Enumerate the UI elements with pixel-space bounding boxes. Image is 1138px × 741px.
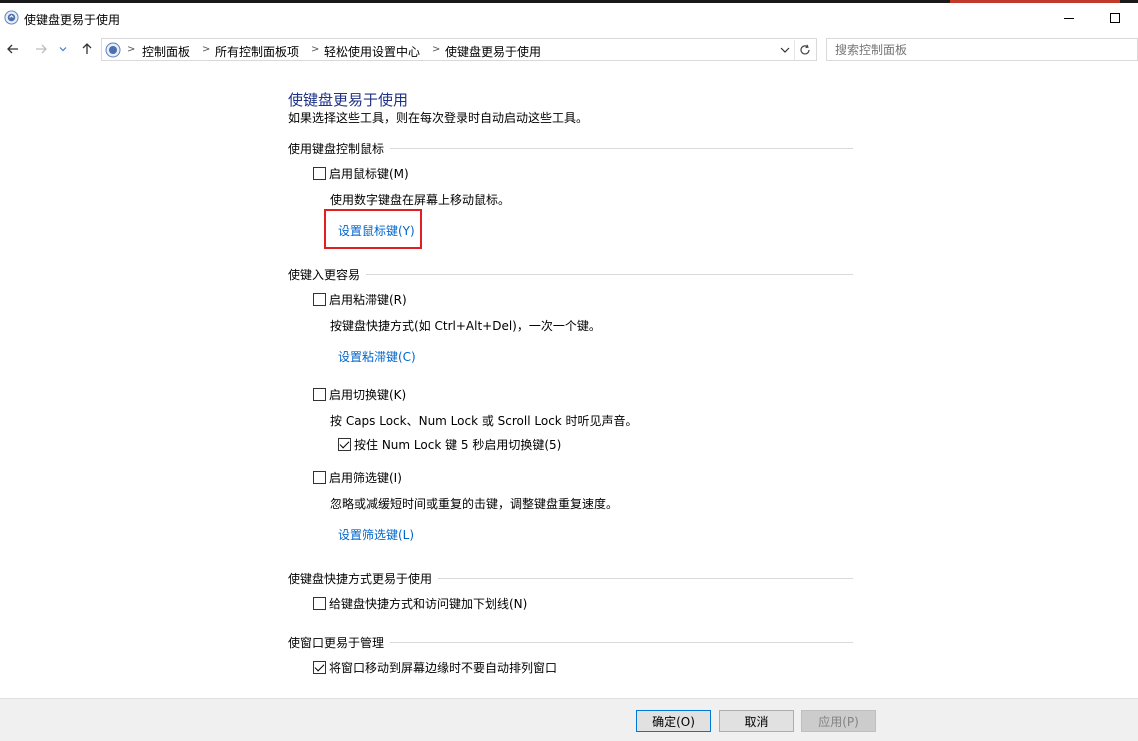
maximize-icon	[1110, 13, 1120, 23]
toggle-keys-checkbox[interactable]	[313, 388, 326, 401]
back-button[interactable]	[2, 38, 24, 60]
maximize-button[interactable]	[1092, 3, 1138, 33]
no-auto-arrange-checkbox-row[interactable]: 将窗口移动到屏幕边缘时不要自动排列窗口	[313, 659, 557, 676]
navigation-bar: > 控制面板 > 所有控制面板项 > 轻松使用设置中心 > 使键盘更易于使用	[0, 35, 1138, 63]
divider	[438, 578, 853, 579]
recent-locations-button[interactable]	[56, 38, 70, 60]
arrow-right-icon	[36, 44, 47, 54]
refresh-button[interactable]	[794, 40, 814, 60]
section-header-typing: 使键入更容易	[288, 266, 853, 283]
cancel-button[interactable]: 取消	[719, 710, 794, 732]
breadcrumb-control-panel[interactable]: 控制面板	[142, 43, 190, 60]
arrow-left-icon	[7, 44, 18, 54]
no-auto-arrange-label: 将窗口移动到屏幕边缘时不要自动排列窗口	[329, 661, 558, 675]
toggle-keys-hold-checkbox[interactable]	[338, 438, 351, 451]
divider	[390, 148, 853, 149]
section-header-windows: 使窗口更易于管理	[288, 634, 853, 651]
dialog-footer: 确定(O) 取消 应用(P)	[0, 698, 1138, 741]
forward-button[interactable]	[30, 38, 52, 60]
breadcrumb-separator-icon: >	[432, 44, 441, 55]
toggle-keys-hold-checkbox-row[interactable]: 按住 Num Lock 键 5 秒启用切换键(5)	[338, 436, 561, 453]
no-auto-arrange-checkbox[interactable]	[313, 661, 326, 674]
section-header-shortcuts: 使键盘快捷方式更易于使用	[288, 570, 853, 587]
breadcrumb-separator-icon: >	[127, 44, 136, 55]
arrow-up-icon	[82, 43, 92, 54]
annotation-highlight-box	[324, 209, 422, 249]
mouse-keys-checkbox-row[interactable]: 启用鼠标键(M)	[313, 165, 409, 182]
sticky-keys-description: 按键盘快捷方式(如 Ctrl+Alt+Del)，一次一个键。	[330, 319, 601, 333]
underline-shortcuts-checkbox[interactable]	[313, 597, 326, 610]
underline-shortcuts-checkbox-row[interactable]: 给键盘快捷方式和访问键加下划线(N)	[313, 595, 527, 612]
address-dropdown-button[interactable]	[778, 42, 792, 58]
page-description: 如果选择这些工具，则在每次登录时自动启动这些工具。	[288, 111, 589, 125]
divider	[390, 642, 853, 643]
section-title: 使键盘快捷方式更易于使用	[288, 572, 433, 586]
breadcrumb-separator-icon: >	[311, 44, 320, 55]
address-bar[interactable]: > 控制面板 > 所有控制面板项 > 轻松使用设置中心 > 使键盘更易于使用	[101, 38, 817, 61]
section-title: 使窗口更易于管理	[288, 636, 385, 650]
toggle-keys-label: 启用切换键(K)	[329, 388, 407, 402]
section-header-mouse: 使用键盘控制鼠标	[288, 140, 853, 157]
toggle-keys-checkbox-row[interactable]: 启用切换键(K)	[313, 386, 406, 403]
control-panel-icon	[105, 42, 121, 58]
sticky-keys-label: 启用粘滞键(R)	[329, 293, 407, 307]
set-up-sticky-keys-link[interactable]: 设置粘滞键(C)	[338, 348, 416, 365]
filter-keys-checkbox-row[interactable]: 启用筛选键(I)	[313, 469, 402, 486]
breadcrumb-all-items[interactable]: 所有控制面板项	[215, 43, 299, 60]
sticky-keys-checkbox[interactable]	[313, 293, 326, 306]
up-button[interactable]	[76, 38, 98, 60]
main-content: 使键盘更易于使用 如果选择这些工具，则在每次登录时自动启动这些工具。 使用键盘控…	[0, 63, 1138, 698]
breadcrumb-separator-icon: >	[202, 44, 211, 55]
breadcrumb-current[interactable]: 使键盘更易于使用	[445, 43, 541, 60]
chevron-down-icon	[59, 47, 67, 52]
underline-shortcuts-label: 给键盘快捷方式和访问键加下划线(N)	[329, 597, 528, 611]
chevron-down-icon	[780, 47, 790, 53]
toggle-keys-hold-label: 按住 Num Lock 键 5 秒启用切换键(5)	[354, 438, 562, 452]
breadcrumb-ease-of-access[interactable]: 轻松使用设置中心	[324, 43, 420, 60]
divider	[366, 274, 853, 275]
apply-button[interactable]: 应用(P)	[801, 710, 876, 732]
title-bar: 使键盘更易于使用	[0, 3, 1138, 33]
page-title: 使键盘更易于使用	[288, 91, 409, 109]
section-title: 使用键盘控制鼠标	[288, 142, 385, 156]
window-title: 使键盘更易于使用	[24, 13, 121, 27]
filter-keys-description: 忽略或减缓短时间或重复的击键，调整键盘重复速度。	[330, 497, 619, 511]
search-input[interactable]	[826, 38, 1138, 61]
section-title: 使键入更容易	[288, 268, 361, 282]
minimize-icon	[1064, 17, 1074, 19]
mouse-keys-description: 使用数字键盘在屏幕上移动鼠标。	[330, 193, 511, 207]
toggle-keys-description: 按 Caps Lock、Num Lock 或 Scroll Lock 时听见声音…	[330, 414, 638, 428]
minimize-button[interactable]	[1046, 3, 1092, 33]
mouse-keys-checkbox[interactable]	[313, 167, 326, 180]
mouse-keys-label: 启用鼠标键(M)	[329, 167, 409, 181]
filter-keys-label: 启用筛选键(I)	[329, 471, 402, 485]
refresh-icon	[799, 44, 810, 55]
sticky-keys-checkbox-row[interactable]: 启用粘滞键(R)	[313, 291, 407, 308]
ok-button[interactable]: 确定(O)	[636, 710, 711, 732]
set-up-filter-keys-link[interactable]: 设置筛选键(L)	[338, 526, 414, 543]
filter-keys-checkbox[interactable]	[313, 471, 326, 484]
control-panel-icon	[4, 10, 19, 25]
